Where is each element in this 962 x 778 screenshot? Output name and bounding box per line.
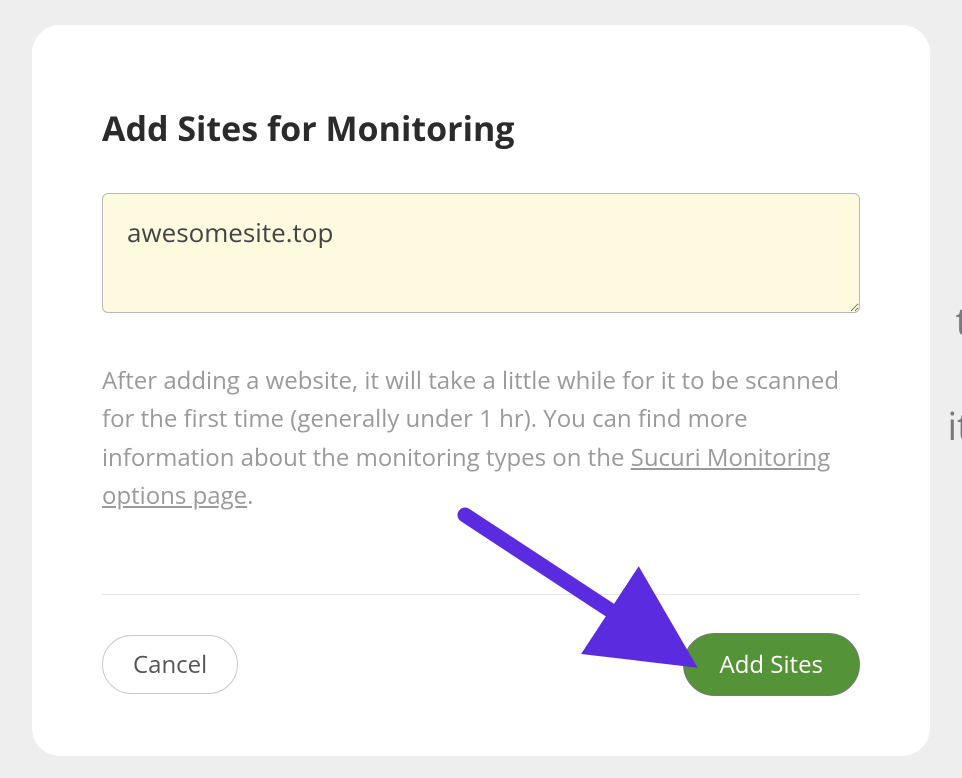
backdrop-text-right2: ite — [948, 400, 962, 452]
help-text: After adding a website, it will take a l… — [102, 362, 860, 516]
backdrop-text-right: to — [956, 295, 962, 347]
modal-title: Add Sites for Monitoring — [102, 105, 860, 151]
cancel-button[interactable]: Cancel — [102, 635, 238, 694]
add-sites-button[interactable]: Add Sites — [683, 633, 860, 696]
add-sites-modal: Add Sites for Monitoring After adding a … — [32, 25, 930, 756]
divider — [102, 594, 860, 595]
help-text-after: . — [247, 479, 253, 512]
sites-textarea[interactable] — [102, 193, 860, 313]
button-row: Cancel Add Sites — [102, 633, 860, 696]
